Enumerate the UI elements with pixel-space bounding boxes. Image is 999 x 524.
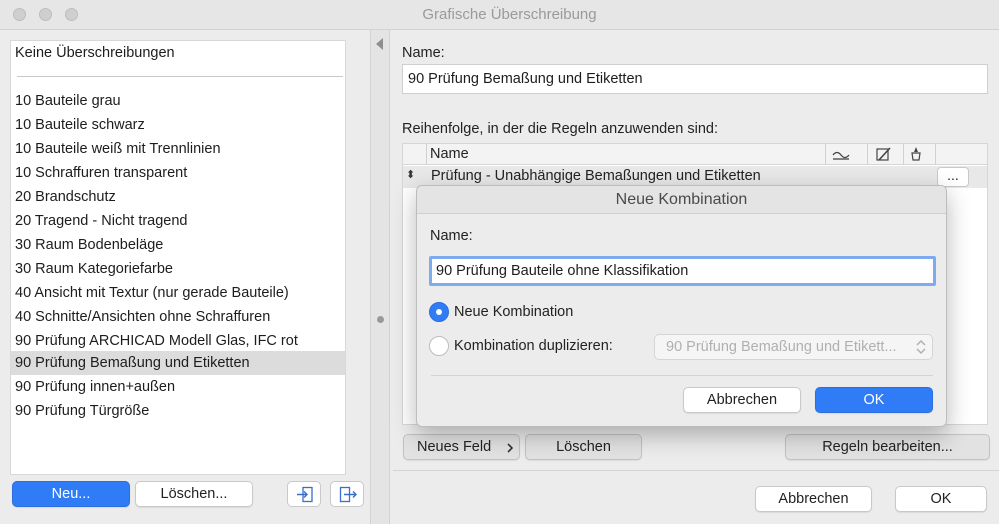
fill-icon <box>832 151 850 160</box>
list-item-no-overrides[interactable]: Keine Überschreibungen <box>11 41 345 65</box>
ok-button[interactable]: OK <box>895 486 987 512</box>
radio-new-combination-label[interactable]: Neue Kombination <box>454 304 573 320</box>
overrides-list[interactable]: Keine Überschreibungen 10 Bauteile grau … <box>10 40 346 475</box>
column-divider <box>867 144 868 165</box>
window-title: Grafische Überschreibung <box>422 6 597 23</box>
column-header-name[interactable]: Name <box>430 146 469 162</box>
column-divider <box>903 144 904 165</box>
list-item[interactable]: 20 Tragend - Nicht tragend <box>11 209 345 233</box>
panel-splitter[interactable] <box>370 30 390 524</box>
delete-rule-button[interactable]: Löschen <box>525 434 642 460</box>
dialog-name-input[interactable]: 90 Prüfung Bauteile ohne Klassifikation <box>429 256 936 286</box>
new-combination-dialog: Neue Kombination Name: 90 Prüfung Bautei… <box>416 185 947 427</box>
dialog-cancel-button[interactable]: Abbrechen <box>683 387 801 413</box>
new-button[interactable]: Neu... <box>12 481 130 507</box>
rule-name: Prüfung - Unabhängige Bemaßungen und Eti… <box>431 168 761 184</box>
splitter-handle-icon[interactable] <box>377 316 384 323</box>
dialog-title: Neue Kombination <box>615 191 748 208</box>
footer-separator <box>393 470 999 471</box>
chevron-right-icon <box>507 443 514 453</box>
dialog-ok-button[interactable]: OK <box>815 387 933 413</box>
column-divider <box>825 144 826 165</box>
list-item[interactable]: 10 Bauteile grau <box>11 89 345 113</box>
list-item[interactable]: 40 Schnitte/Ansichten ohne Schraffuren <box>11 305 345 329</box>
window-titlebar: Grafische Überschreibung <box>0 0 999 30</box>
order-label: Reihenfolge, in der die Regeln anzuwende… <box>402 121 718 137</box>
import-button[interactable] <box>287 481 321 507</box>
list-item[interactable]: 10 Schraffuren transparent <box>11 161 345 185</box>
brush-icon <box>911 147 921 161</box>
list-item-selected[interactable]: 90 Prüfung Bemaßung und Etiketten <box>11 351 345 375</box>
duplicate-source-value: 90 Prüfung Bemaßung und Etikett... <box>666 339 897 355</box>
list-item[interactable]: 20 Brandschutz <box>11 185 345 209</box>
delete-override-button[interactable]: Löschen... <box>135 481 253 507</box>
list-item[interactable]: 30 Raum Kategoriefarbe <box>11 257 345 281</box>
radio-duplicate-label[interactable]: Kombination duplizieren: <box>454 338 613 354</box>
export-icon <box>339 486 357 503</box>
dialog-name-label: Name: <box>430 228 473 244</box>
pen-icon <box>876 147 891 161</box>
combination-name-field[interactable]: 90 Prüfung Bemaßung und Etiketten <box>402 64 988 94</box>
edit-rules-button[interactable]: Regeln bearbeiten... <box>785 434 990 460</box>
list-item[interactable]: 10 Bauteile weiß mit Trennlinien <box>11 137 345 161</box>
drag-reorder-icon[interactable]: ⬍ <box>406 168 415 181</box>
rules-table-header: Name <box>403 144 987 165</box>
new-field-label: Neues Feld <box>417 439 492 455</box>
collapse-arrow-icon[interactable] <box>376 38 383 50</box>
radio-new-combination[interactable] <box>429 302 449 322</box>
list-item[interactable]: 10 Bauteile schwarz <box>11 113 345 137</box>
import-icon <box>297 486 313 503</box>
new-field-button[interactable]: Neues Feld <box>403 434 520 460</box>
updown-chevron-icon <box>916 339 926 355</box>
radio-duplicate-combination[interactable] <box>429 336 449 356</box>
rule-more-button[interactable]: ... <box>937 167 969 187</box>
list-item[interactable]: 90 Prüfung ARCHICAD Modell Glas, IFC rot <box>11 329 345 353</box>
list-item[interactable]: 90 Prüfung Türgröße <box>11 399 345 423</box>
list-separator <box>17 76 343 77</box>
column-divider <box>426 144 427 165</box>
list-item[interactable]: 40 Ansicht mit Textur (nur gerade Bautei… <box>11 281 345 305</box>
dialog-titlebar: Neue Kombination <box>417 186 946 214</box>
name-label: Name: <box>402 45 445 61</box>
column-divider <box>935 144 936 165</box>
cancel-button[interactable]: Abbrechen <box>755 486 872 512</box>
export-button[interactable] <box>330 481 364 507</box>
dialog-separator <box>431 375 933 376</box>
list-item[interactable]: 30 Raum Bodenbeläge <box>11 233 345 257</box>
list-item[interactable]: 90 Prüfung innen+außen <box>11 375 345 399</box>
duplicate-source-select[interactable]: 90 Prüfung Bemaßung und Etikett... <box>654 334 933 360</box>
